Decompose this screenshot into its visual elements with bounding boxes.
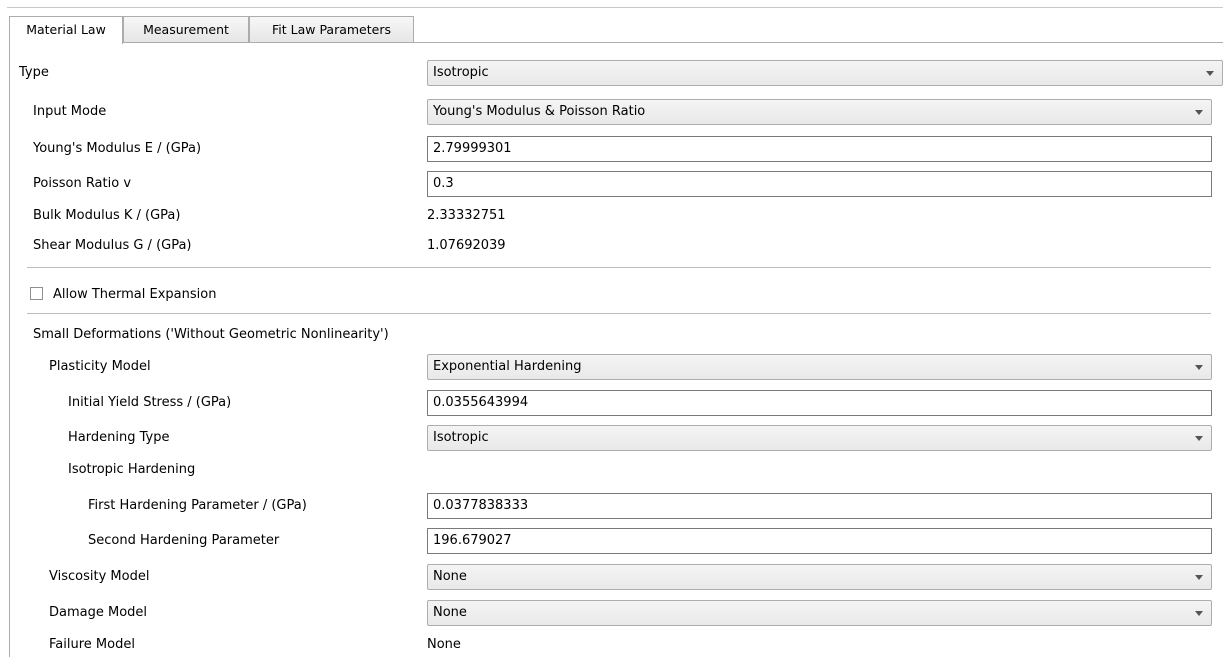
poisson-ratio-value: 0.3: [433, 176, 454, 191]
tab-material-law[interactable]: Material Law: [9, 16, 123, 44]
row-hardening-type: Hardening Type Isotropic: [0, 424, 1223, 451]
window-top-border: [7, 7, 1223, 8]
plasticity-model-label: Plasticity Model: [49, 359, 151, 374]
first-hardening-label: First Hardening Parameter / (GPa): [88, 498, 307, 513]
tab-measurement[interactable]: Measurement: [123, 16, 249, 42]
row-input-mode: Input Mode Young's Modulus & Poisson Rat…: [0, 98, 1223, 125]
second-hardening-label: Second Hardening Parameter: [88, 533, 280, 548]
divider: [27, 267, 1211, 268]
tab-fit-law-parameters[interactable]: Fit Law Parameters: [249, 16, 414, 42]
type-label: Type: [19, 65, 49, 80]
youngs-modulus-value: 2.79999301: [433, 141, 512, 156]
hardening-type-label: Hardening Type: [68, 430, 170, 445]
youngs-modulus-field[interactable]: 2.79999301: [427, 136, 1212, 162]
damage-model-dropdown[interactable]: None: [427, 600, 1212, 626]
poisson-ratio-field[interactable]: 0.3: [427, 171, 1212, 197]
bulk-modulus-label: Bulk Modulus K / (GPa): [33, 208, 181, 223]
input-mode-label: Input Mode: [33, 104, 107, 119]
chevron-down-icon: [1206, 71, 1214, 76]
chevron-down-icon: [1195, 575, 1203, 580]
type-value: Isotropic: [433, 65, 489, 80]
row-failure-model: Failure Model None: [0, 631, 1223, 658]
chevron-down-icon: [1195, 365, 1203, 370]
row-damage-model: Damage Model None: [0, 599, 1223, 626]
row-youngs-modulus: Young's Modulus E / (GPa) 2.79999301: [0, 135, 1223, 162]
viscosity-model-label: Viscosity Model: [49, 569, 150, 584]
initial-yield-stress-value: 0.0355643994: [433, 395, 529, 410]
row-thermal-expansion: Allow Thermal Expansion: [0, 281, 1223, 308]
chevron-down-icon: [1195, 436, 1203, 441]
row-bulk-modulus: Bulk Modulus K / (GPa) 2.33332751: [0, 202, 1223, 229]
second-hardening-field[interactable]: 196.679027: [427, 528, 1212, 554]
plasticity-model-value: Exponential Hardening: [433, 359, 582, 374]
small-deformations-heading: Small Deformations ('Without Geometric N…: [33, 327, 389, 342]
initial-yield-stress-label: Initial Yield Stress / (GPa): [68, 395, 232, 410]
poisson-ratio-label: Poisson Ratio v: [33, 176, 132, 191]
plasticity-model-dropdown[interactable]: Exponential Hardening: [427, 354, 1212, 380]
row-first-hardening: First Hardening Parameter / (GPa) 0.0377…: [0, 492, 1223, 519]
first-hardening-value: 0.0377838333: [433, 498, 529, 513]
input-mode-value: Young's Modulus & Poisson Ratio: [433, 104, 646, 119]
isotropic-hardening-heading: Isotropic Hardening: [68, 462, 196, 477]
thermal-expansion-checkbox[interactable]: [30, 287, 43, 300]
failure-model-label: Failure Model: [49, 637, 135, 652]
damage-model-label: Damage Model: [49, 605, 148, 620]
first-hardening-field[interactable]: 0.0377838333: [427, 493, 1212, 519]
row-isotropic-hardening: Isotropic Hardening: [0, 456, 1223, 483]
hardening-type-value: Isotropic: [433, 430, 489, 445]
row-poisson-ratio: Poisson Ratio v 0.3: [0, 170, 1223, 197]
viscosity-model-value: None: [433, 569, 467, 584]
row-type: Type Isotropic: [0, 59, 1223, 86]
divider: [27, 313, 1211, 314]
row-viscosity-model: Viscosity Model None: [0, 563, 1223, 590]
second-hardening-value: 196.679027: [433, 533, 512, 548]
failure-model-value: None: [427, 637, 461, 652]
viscosity-model-dropdown[interactable]: None: [427, 564, 1212, 590]
row-shear-modulus: Shear Modulus G / (GPa) 1.07692039: [0, 232, 1223, 259]
row-plasticity-model: Plasticity Model Exponential Hardening: [0, 353, 1223, 380]
chevron-down-icon: [1195, 110, 1203, 115]
row-initial-yield-stress: Initial Yield Stress / (GPa) 0.035564399…: [0, 389, 1223, 416]
hardening-type-dropdown[interactable]: Isotropic: [427, 425, 1212, 451]
damage-model-value: None: [433, 605, 467, 620]
tab-baseline: [9, 42, 1223, 43]
type-dropdown[interactable]: Isotropic: [427, 60, 1223, 86]
shear-modulus-label: Shear Modulus G / (GPa): [33, 238, 192, 253]
youngs-modulus-label: Young's Modulus E / (GPa): [33, 141, 202, 156]
shear-modulus-value: 1.07692039: [427, 238, 506, 253]
initial-yield-stress-field[interactable]: 0.0355643994: [427, 390, 1212, 416]
chevron-down-icon: [1195, 611, 1203, 616]
row-second-hardening: Second Hardening Parameter 196.679027: [0, 527, 1223, 554]
bulk-modulus-value: 2.33332751: [427, 208, 506, 223]
input-mode-dropdown[interactable]: Young's Modulus & Poisson Ratio: [427, 99, 1212, 125]
thermal-expansion-label[interactable]: Allow Thermal Expansion: [53, 281, 216, 308]
row-small-deformations: Small Deformations ('Without Geometric N…: [0, 321, 1223, 348]
